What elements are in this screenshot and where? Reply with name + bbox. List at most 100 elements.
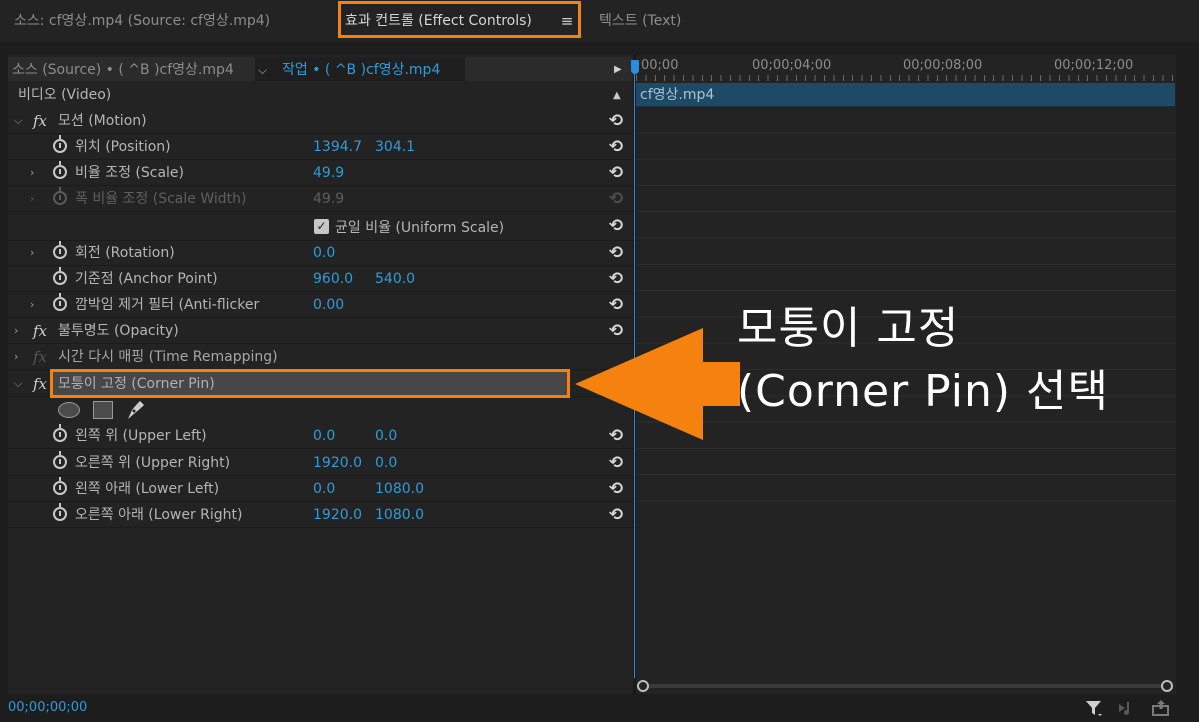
- property-anti-flicker: › 깜박임 제거 필터 (Anti-flicker 0.00 ⟲: [8, 292, 633, 318]
- timeline-zoom-scrollbar[interactable]: [642, 684, 1170, 688]
- panel-footer: [0, 694, 1199, 722]
- stopwatch-icon[interactable]: [53, 135, 67, 153]
- property-scale-width: › 폭 비율 조정 (Scale Width) 49.9 ⟲: [8, 186, 633, 212]
- effect-name: 불투명도 (Opacity): [58, 323, 179, 339]
- scale-width-value: 49.9: [313, 191, 345, 207]
- property-label: 오른쪽 아래 (Lower Right): [75, 507, 243, 523]
- reset-icon[interactable]: ⟲: [606, 240, 626, 266]
- property-upper-right: 오른쪽 위 (Upper Right) 1920.0 0.0 ⟲: [8, 450, 633, 476]
- property-upper-left: 왼쪽 위 (Upper Left) 0.0 0.0 ⟲: [8, 423, 633, 449]
- audio-icon[interactable]: [1116, 697, 1138, 719]
- source-clip-label[interactable]: 소스 (Source) • ( ^B )cf영상.mp4: [12, 59, 234, 81]
- chevron-right-icon[interactable]: ›: [14, 344, 18, 370]
- export-icon[interactable]: [1150, 697, 1172, 719]
- effect-time-remapping[interactable]: › fx 시간 다시 매핑 (Time Remapping): [8, 344, 633, 370]
- effect-controls-tab-highlight: [338, 1, 581, 38]
- tab-text[interactable]: 텍스트 (Text): [599, 10, 681, 32]
- chevron-right-icon[interactable]: ›: [30, 240, 34, 266]
- property-label: 위치 (Position): [75, 139, 171, 155]
- effect-motion[interactable]: ⌵ fx 모션 (Motion) ⟲: [8, 108, 633, 134]
- property-label: 왼쪽 아래 (Lower Left): [75, 481, 220, 497]
- effect-name: 시간 다시 매핑 (Time Remapping): [58, 349, 278, 365]
- reset-icon[interactable]: ⟲: [606, 213, 626, 239]
- pen-mask-icon[interactable]: [124, 398, 146, 422]
- chevron-right-icon[interactable]: ›: [14, 318, 18, 344]
- chevron-down-icon[interactable]: ⌵: [258, 59, 272, 81]
- reset-icon[interactable]: ⟲: [606, 502, 626, 528]
- filter-icon[interactable]: [1083, 697, 1105, 719]
- upper-right-y-value[interactable]: 0.0: [375, 450, 397, 476]
- sequence-clip-label[interactable]: 작업 • ( ^B )cf영상.mp4: [282, 59, 440, 81]
- effect-opacity[interactable]: › fx 불투명도 (Opacity) ⟲: [8, 318, 633, 344]
- reset-icon[interactable]: ⟲: [606, 160, 626, 186]
- property-lower-left: 왼쪽 아래 (Lower Left) 0.0 1080.0 ⟲: [8, 476, 633, 502]
- ruler-label: 00;00;12;00: [1054, 58, 1134, 73]
- stopwatch-icon[interactable]: [53, 241, 67, 259]
- scroll-left-handle[interactable]: [637, 680, 649, 692]
- time-ruler[interactable]: [636, 75, 1176, 81]
- chevron-down-icon[interactable]: ⌵: [14, 371, 22, 397]
- video-section-label: 비디오 (Video): [18, 87, 112, 103]
- tab-source[interactable]: 소스: cf영상.mp4 (Source: cf영상.mp4): [14, 10, 270, 32]
- reset-icon[interactable]: ⟲: [606, 476, 626, 502]
- lower-right-y-value[interactable]: 1080.0: [375, 502, 424, 528]
- reset-icon[interactable]: ⟲: [606, 292, 626, 318]
- rotation-value[interactable]: 0.0: [313, 240, 335, 266]
- property-uniform-scale: ✓ 균일 비율 (Uniform Scale) ⟲: [8, 213, 633, 241]
- property-label: 깜박임 제거 필터 (Anti-flicker: [75, 297, 260, 313]
- property-label: 균일 비율 (Uniform Scale): [335, 220, 505, 236]
- stopwatch-icon[interactable]: [53, 267, 67, 285]
- scale-value[interactable]: 49.9: [313, 160, 344, 186]
- property-label: 기준점 (Anchor Point): [75, 271, 218, 287]
- current-timecode[interactable]: 00;00;00;00: [8, 697, 87, 719]
- reset-icon[interactable]: ⟲: [606, 266, 626, 292]
- stopwatch-icon[interactable]: [53, 503, 67, 521]
- reset-icon[interactable]: ⟲: [606, 450, 626, 476]
- playhead-handle[interactable]: [631, 60, 639, 74]
- timeline-clip[interactable]: [636, 83, 1175, 107]
- play-audio-icon[interactable]: ▶: [614, 59, 626, 81]
- reset-icon[interactable]: ⟲: [606, 108, 626, 134]
- anchor-x-value[interactable]: 960.0: [313, 266, 353, 292]
- stopwatch-icon: [53, 187, 67, 205]
- reset-icon[interactable]: ⟲: [606, 134, 626, 160]
- fx-toggle-icon: fx: [33, 348, 48, 366]
- anchor-y-value[interactable]: 540.0: [375, 266, 415, 292]
- collapse-up-icon[interactable]: ▲: [613, 83, 621, 108]
- anti-flicker-value[interactable]: 0.00: [313, 292, 344, 318]
- fx-toggle-icon[interactable]: fx: [33, 318, 47, 344]
- position-x-value[interactable]: 1394.7: [313, 134, 362, 160]
- ellipse-mask-icon[interactable]: [58, 402, 80, 418]
- rectangle-mask-icon[interactable]: [93, 401, 113, 419]
- stopwatch-icon[interactable]: [53, 293, 67, 311]
- chevron-right-icon[interactable]: ›: [30, 160, 34, 186]
- fx-toggle-icon[interactable]: fx: [33, 108, 47, 134]
- upper-left-y-value[interactable]: 0.0: [375, 423, 397, 449]
- property-position: 위치 (Position) 1394.7 304.1 ⟲: [8, 134, 633, 160]
- property-rotation: › 회전 (Rotation) 0.0 ⟲: [8, 240, 633, 266]
- property-label: 폭 비율 조정 (Scale Width): [75, 191, 247, 207]
- stopwatch-icon[interactable]: [53, 424, 67, 442]
- stopwatch-icon[interactable]: [53, 161, 67, 179]
- scroll-right-handle[interactable]: [1161, 680, 1173, 692]
- upper-right-x-value[interactable]: 1920.0: [313, 450, 362, 476]
- lower-right-x-value[interactable]: 1920.0: [313, 502, 362, 528]
- timeline-clip-label: cf영상.mp4: [640, 87, 715, 103]
- corner-pin-highlight: [50, 369, 570, 398]
- lower-left-y-value[interactable]: 1080.0: [375, 476, 424, 502]
- ruler-label: 00;00;04;00: [752, 58, 832, 73]
- property-scale: › 비율 조정 (Scale) 49.9 ⟲: [8, 160, 633, 186]
- property-label: 오른쪽 위 (Upper Right): [75, 455, 231, 471]
- property-lower-right: 오른쪽 아래 (Lower Right) 1920.0 1080.0 ⟲: [8, 502, 633, 528]
- annotation-title: 모퉁이 고정: [737, 303, 960, 354]
- chevron-right-icon[interactable]: ›: [30, 292, 34, 318]
- uniform-scale-checkbox[interactable]: ✓: [314, 219, 329, 234]
- position-y-value[interactable]: 304.1: [375, 134, 415, 160]
- lower-left-x-value[interactable]: 0.0: [313, 476, 335, 502]
- stopwatch-icon[interactable]: [53, 477, 67, 495]
- upper-left-x-value[interactable]: 0.0: [313, 423, 335, 449]
- ruler-label: 00;00;08;00: [903, 58, 983, 73]
- chevron-down-icon[interactable]: ⌵: [14, 108, 22, 134]
- fx-toggle-icon[interactable]: fx: [33, 371, 47, 397]
- stopwatch-icon[interactable]: [53, 451, 67, 469]
